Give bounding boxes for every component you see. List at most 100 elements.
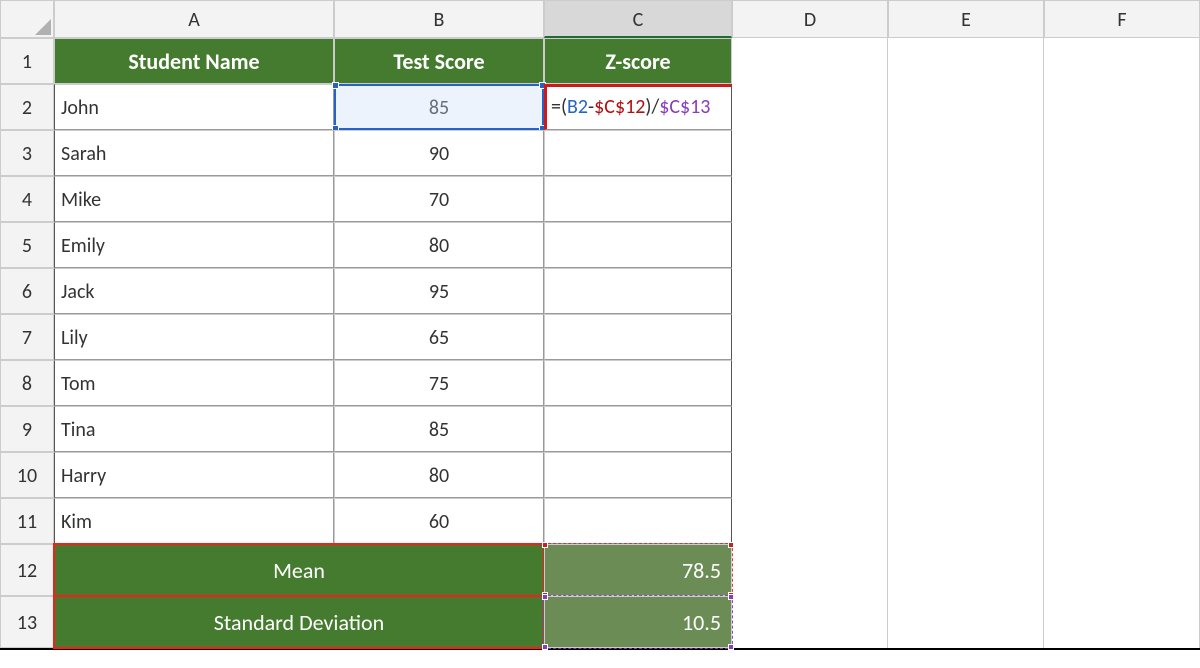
formula-ref-C12: $C$12	[594, 95, 645, 119]
header-student-name[interactable]: Student Name	[54, 38, 334, 84]
cell-D11[interactable]	[732, 498, 888, 544]
cell-A8[interactable]: Tom	[54, 360, 334, 406]
cell-F4[interactable]	[1044, 176, 1200, 222]
header-z-score[interactable]: Z-score	[544, 38, 732, 84]
formula-ref-B2: B2	[567, 95, 588, 119]
cell-C3[interactable]	[544, 130, 732, 176]
row-header-5[interactable]: 5	[0, 222, 54, 268]
col-header-D[interactable]: D	[732, 0, 888, 38]
cell-C5[interactable]	[544, 222, 732, 268]
cell-C11[interactable]	[544, 498, 732, 544]
cell-A3[interactable]: Sarah	[54, 130, 334, 176]
cell-E4[interactable]	[888, 176, 1044, 222]
cell-D5[interactable]	[732, 222, 888, 268]
std-value[interactable]: 10.5	[544, 596, 732, 648]
header-test-score[interactable]: Test Score	[334, 38, 544, 84]
cell-E5[interactable]	[888, 222, 1044, 268]
row-header-1[interactable]: 1	[0, 38, 54, 84]
cell-F9[interactable]	[1044, 406, 1200, 452]
cell-C2-editing[interactable]: =(B2-$C$12)/$C$13	[544, 84, 732, 130]
cell-E8[interactable]	[888, 360, 1044, 406]
cell-C10[interactable]	[544, 452, 732, 498]
cell-E9[interactable]	[888, 406, 1044, 452]
cell-C8[interactable]	[544, 360, 732, 406]
cell-F1[interactable]	[1044, 38, 1200, 84]
cell-D3[interactable]	[732, 130, 888, 176]
cell-E7[interactable]	[888, 314, 1044, 360]
cell-B8[interactable]: 75	[334, 360, 544, 406]
cell-B7[interactable]: 65	[334, 314, 544, 360]
cell-F10[interactable]	[1044, 452, 1200, 498]
std-label[interactable]: Standard Deviation	[54, 596, 544, 648]
col-header-A[interactable]: A	[54, 0, 334, 38]
cell-F3[interactable]	[1044, 130, 1200, 176]
row-header-10[interactable]: 10	[0, 452, 54, 498]
cell-E3[interactable]	[888, 130, 1044, 176]
row-header-11[interactable]: 11	[0, 498, 54, 544]
spreadsheet[interactable]: A B C D E F 1 Student Name Test Score Z-…	[0, 0, 1200, 650]
cell-E10[interactable]	[888, 452, 1044, 498]
cell-D4[interactable]	[732, 176, 888, 222]
cell-E11[interactable]	[888, 498, 1044, 544]
cell-D8[interactable]	[732, 360, 888, 406]
cell-B11[interactable]: 60	[334, 498, 544, 544]
cell-B3[interactable]: 90	[334, 130, 544, 176]
cell-A7[interactable]: Lily	[54, 314, 334, 360]
cell-E13[interactable]	[888, 596, 1044, 648]
row-header-6[interactable]: 6	[0, 268, 54, 314]
cell-C9[interactable]	[544, 406, 732, 452]
row-header-9[interactable]: 9	[0, 406, 54, 452]
cell-B10[interactable]: 80	[334, 452, 544, 498]
mean-label[interactable]: Mean	[54, 544, 544, 596]
cell-D6[interactable]	[732, 268, 888, 314]
std-value-text: 10.5	[682, 609, 721, 636]
row-header-4[interactable]: 4	[0, 176, 54, 222]
cell-A9[interactable]: Tina	[54, 406, 334, 452]
cell-E12[interactable]	[888, 544, 1044, 596]
cell-C7[interactable]	[544, 314, 732, 360]
cell-D12[interactable]	[732, 544, 888, 596]
cell-B5[interactable]: 80	[334, 222, 544, 268]
cell-B6[interactable]: 95	[334, 268, 544, 314]
cell-F5[interactable]	[1044, 222, 1200, 268]
cell-D9[interactable]	[732, 406, 888, 452]
row-header-2[interactable]: 2	[0, 84, 54, 130]
cell-E2[interactable]	[888, 84, 1044, 130]
mean-value[interactable]: 78.5	[544, 544, 732, 596]
col-header-C[interactable]: C	[544, 0, 732, 38]
cell-D2[interactable]	[732, 84, 888, 130]
col-header-E[interactable]: E	[888, 0, 1044, 38]
cell-A2[interactable]: John	[54, 84, 334, 130]
cell-A5[interactable]: Emily	[54, 222, 334, 268]
cell-F13[interactable]	[1044, 596, 1200, 648]
cell-A4[interactable]: Mike	[54, 176, 334, 222]
row-header-8[interactable]: 8	[0, 360, 54, 406]
cell-E6[interactable]	[888, 268, 1044, 314]
col-header-F[interactable]: F	[1044, 0, 1200, 38]
cell-F7[interactable]	[1044, 314, 1200, 360]
cell-F2[interactable]	[1044, 84, 1200, 130]
row-header-12[interactable]: 12	[0, 544, 54, 596]
cell-F11[interactable]	[1044, 498, 1200, 544]
cell-A10[interactable]: Harry	[54, 452, 334, 498]
cell-C6[interactable]	[544, 268, 732, 314]
cell-D1[interactable]	[732, 38, 888, 84]
row-header-3[interactable]: 3	[0, 130, 54, 176]
cell-F6[interactable]	[1044, 268, 1200, 314]
cell-B2[interactable]: 85	[334, 84, 544, 130]
col-header-B[interactable]: B	[334, 0, 544, 38]
cell-D13[interactable]	[732, 596, 888, 648]
cell-A11[interactable]: Kim	[54, 498, 334, 544]
cell-A6[interactable]: Jack	[54, 268, 334, 314]
select-all-corner[interactable]	[0, 0, 54, 38]
cell-D10[interactable]	[732, 452, 888, 498]
cell-C4[interactable]	[544, 176, 732, 222]
cell-F12[interactable]	[1044, 544, 1200, 596]
cell-D7[interactable]	[732, 314, 888, 360]
row-header-13[interactable]: 13	[0, 596, 54, 648]
cell-B9[interactable]: 85	[334, 406, 544, 452]
cell-F8[interactable]	[1044, 360, 1200, 406]
cell-E1[interactable]	[888, 38, 1044, 84]
row-header-7[interactable]: 7	[0, 314, 54, 360]
cell-B4[interactable]: 70	[334, 176, 544, 222]
